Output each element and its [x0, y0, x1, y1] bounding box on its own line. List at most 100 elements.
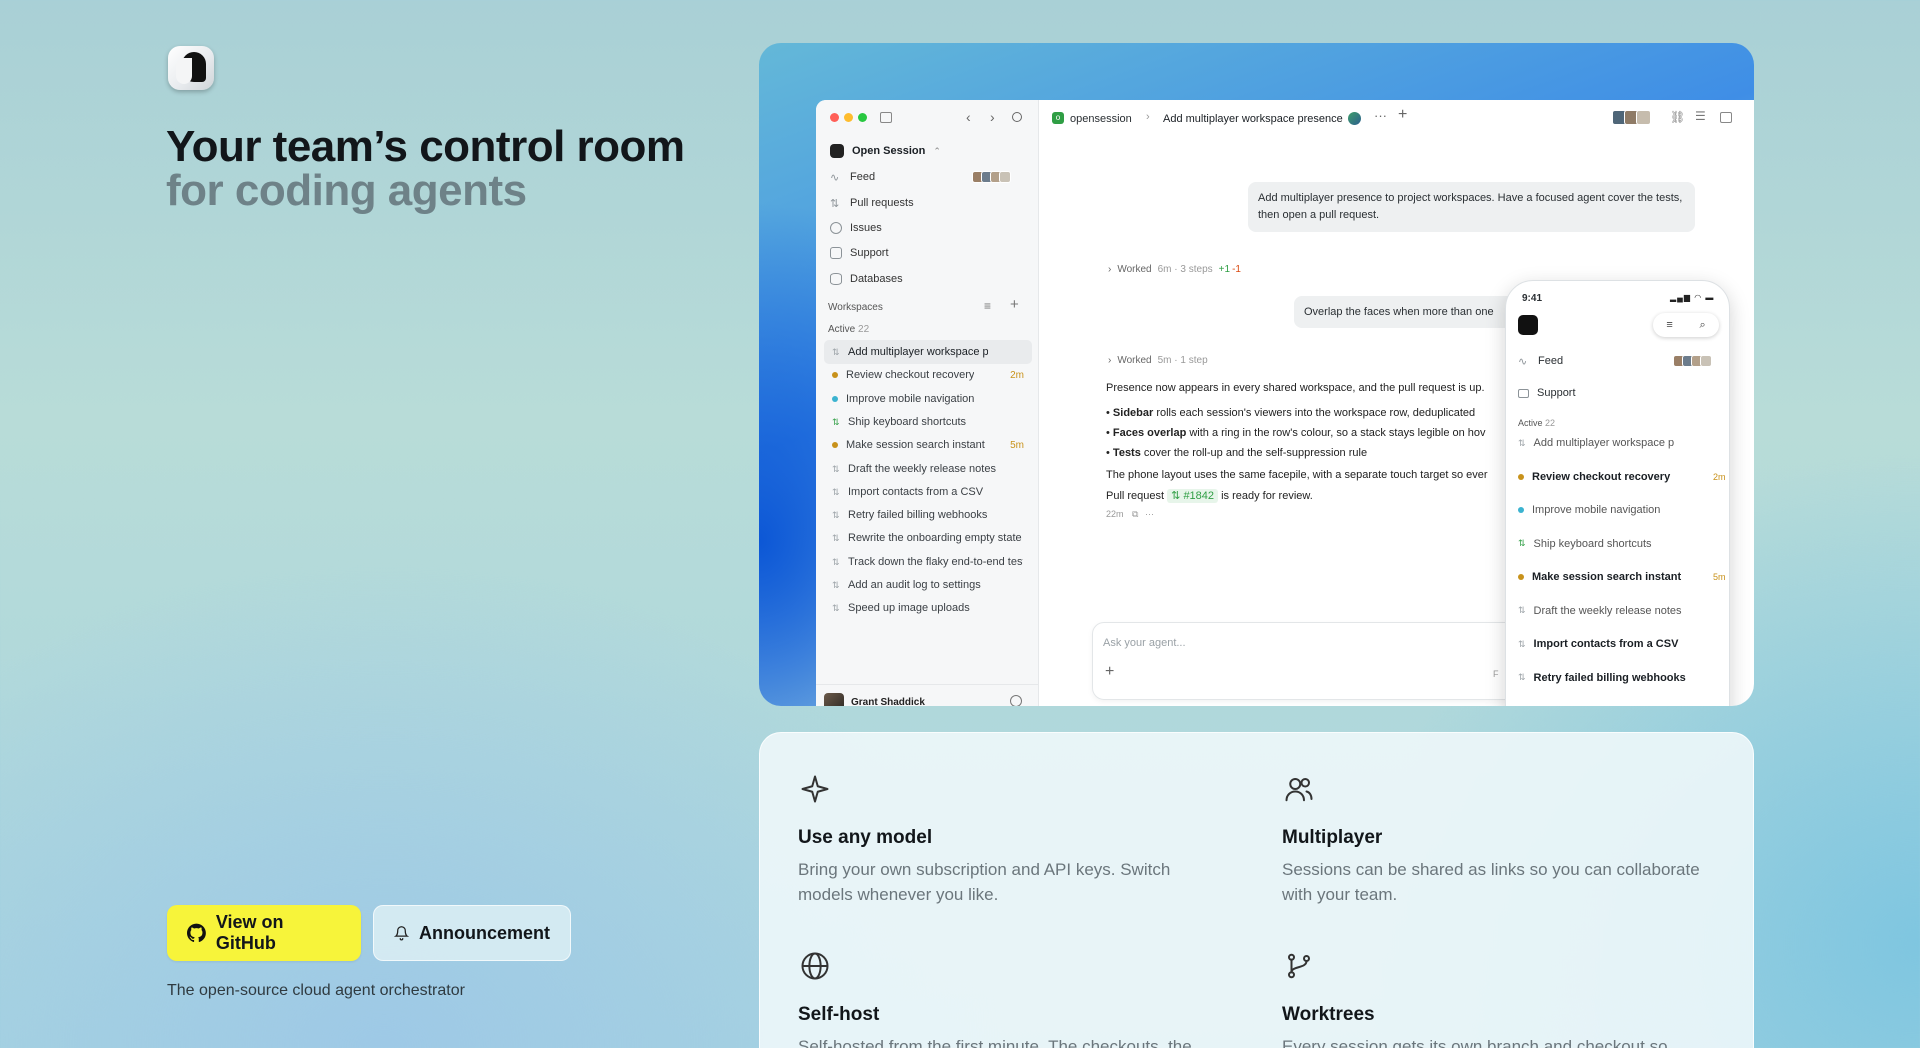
repo-icon: o	[1052, 112, 1064, 124]
workspace-item[interactable]: ⇅ Speed up image uploads	[824, 596, 1032, 620]
workspace-item[interactable]: ⇅ Rewrite the onboarding empty state	[824, 526, 1032, 550]
user-message: Add multiplayer presence to project work…	[1248, 182, 1695, 232]
bullet-item: • Tests cover the roll-up and the self-s…	[1106, 447, 1368, 459]
workspace-item[interactable]: Review checkout recovery 2m	[824, 363, 1032, 387]
workspace-item[interactable]: ⇅ Add an audit log to settings	[824, 573, 1032, 597]
phone-mockup: 9:41 ▂▄▆ ◠ ▬ ≡ ⌕ ∿ Feed Support Active 22 …	[1505, 280, 1730, 706]
pr-prefix: Pull request	[1106, 490, 1165, 502]
pr-number: #1842	[1183, 490, 1215, 502]
avatar	[1636, 110, 1651, 125]
phone-nav-support[interactable]: Support	[1518, 383, 1576, 403]
workspace-item[interactable]: ⇅ Track down the flaky end-to-end test	[824, 550, 1032, 574]
bullet-item: • Sidebar rolls each session's viewers i…	[1106, 407, 1476, 419]
search-icon[interactable]: ⌕	[1699, 319, 1705, 332]
bullet-item: • Faces overlap with a ring in the row's…	[1106, 427, 1486, 439]
list-icon[interactable]: ☰	[1695, 109, 1706, 123]
new-tab-icon[interactable]: +	[1398, 106, 1407, 124]
copy-icon[interactable]: ⧉	[1132, 509, 1138, 519]
phone-workspace-item[interactable]: ⇅ Retry failed billing webhooks	[1518, 668, 1686, 688]
phone-active-label: Active 22	[1518, 418, 1555, 428]
active-count: 22	[858, 324, 870, 335]
agent-reply: Presence now appears in every shared wor…	[1106, 382, 1556, 520]
breadcrumb-repo[interactable]: opensession	[1070, 113, 1132, 125]
search-icon[interactable]	[1012, 112, 1022, 122]
workspace-title: Retry failed billing webhooks	[848, 509, 988, 522]
composer-input[interactable]: Ask your agent...	[1103, 637, 1186, 649]
phone-workspace-item[interactable]: ⇅ Ship keyboard shortcuts	[1518, 534, 1652, 554]
bullet-bold: Faces overlap	[1112, 427, 1187, 439]
attach-icon[interactable]: +	[1105, 663, 1114, 681]
workspace-item[interactable]: ⇅ Add multiplayer workspace presence	[824, 340, 1032, 364]
close-window-dot[interactable]	[830, 113, 839, 122]
workspace-time: 5m	[1010, 439, 1024, 451]
sidebar-item-label: Support	[850, 247, 889, 259]
add-workspace-icon[interactable]: +	[1010, 296, 1019, 313]
chevron-updown-icon: ⌃	[933, 145, 941, 156]
panel-toggle-icon[interactable]	[1720, 112, 1732, 123]
phone-workspace-item[interactable]: Make session search instant 5m	[1518, 567, 1726, 587]
link-icon[interactable]: ⛓	[1670, 110, 1685, 124]
workspace-title: Ship keyboard shortcuts	[848, 415, 967, 428]
hero-subtitle: for coding agents	[166, 166, 527, 215]
view-on-github-button[interactable]: View on GitHub	[167, 905, 361, 961]
worked-summary-1[interactable]: › Worked 6m · 3 steps +1 -1	[1108, 264, 1241, 275]
feature-description: Sessions can be shared as links so you c…	[1282, 860, 1700, 904]
workspace-item[interactable]: Improve mobile navigation	[824, 387, 1032, 411]
phone-workspace-item[interactable]: ⇅ Add multiplayer workspace p	[1518, 433, 1674, 453]
activity-icon: ∿	[1518, 355, 1528, 368]
pull-request-icon: ⇅	[1518, 605, 1526, 615]
phone-workspace-item[interactable]: Improve mobile navigation	[1518, 500, 1660, 520]
workspace-item[interactable]: Make session search instant 5m	[824, 433, 1032, 457]
user-name: Grant Shaddick	[851, 697, 925, 706]
workspace-item[interactable]: ⇅ Draft the weekly release notes	[824, 457, 1032, 481]
phone-workspace-item[interactable]: ⇅ Import contacts from a CSV	[1518, 634, 1678, 654]
product-screenshot: ‹ › Open Session ⌃ ∿ Feed ⇅ Pull requests …	[759, 43, 1754, 706]
back-icon[interactable]: ‹	[966, 109, 971, 125]
workspace-item[interactable]: ⇅ Retry failed billing webhooks	[824, 503, 1032, 527]
maximize-window-dot[interactable]	[858, 113, 867, 122]
pull-request-icon: ⇅	[1518, 538, 1526, 548]
workspace-title: Add an audit log to settings	[848, 579, 981, 591]
filter-icon[interactable]: ≡	[1666, 319, 1672, 331]
sidebar-item-databases[interactable]: Databases	[830, 269, 903, 289]
phone-workspace-item[interactable]: ⇅ Draft the weekly release notes	[1518, 601, 1682, 621]
sidebar-item-pull-requests[interactable]: ⇅ Pull requests	[830, 193, 914, 213]
user-avatar[interactable]	[824, 693, 844, 706]
phone-nav-feed[interactable]: ∿ Feed	[1518, 351, 1563, 371]
status-dot-icon	[832, 442, 838, 449]
mail-icon	[830, 247, 842, 259]
filter-icon[interactable]: ≡	[984, 299, 991, 313]
pull-request-icon: ⇅	[832, 580, 840, 590]
viewers-facepile	[1612, 110, 1651, 125]
workspace-item[interactable]: ⇅ Import contacts from a CSV	[824, 480, 1032, 504]
bullet-bold: Tests	[1112, 447, 1141, 459]
pull-request-icon: ⇅	[1518, 672, 1526, 682]
sparkle-icon	[801, 775, 829, 803]
org-switcher[interactable]: Open Session ⌃	[830, 141, 941, 161]
composer-hint: F	[1493, 669, 1499, 679]
settings-gear-icon[interactable]	[1010, 695, 1022, 706]
forward-icon[interactable]: ›	[990, 109, 995, 125]
workspace-item[interactable]: ⇅ Ship keyboard shortcuts	[824, 410, 1032, 434]
phone-nav-label: Feed	[1538, 355, 1564, 367]
sidebar-item-support[interactable]: Support	[830, 243, 889, 263]
chevron-right-icon: ›	[1108, 355, 1112, 366]
bell-icon	[394, 926, 409, 941]
workspace-title: Improve mobile navigation	[846, 392, 975, 405]
bullet-text: rolls each session's viewers into the wo…	[1153, 407, 1476, 419]
minimize-window-dot[interactable]	[844, 113, 853, 122]
status-dot-icon	[832, 372, 838, 379]
pr-link[interactable]: ⇅ #1842	[1167, 489, 1219, 503]
sidebar-toggle-icon[interactable]	[880, 112, 892, 123]
announcement-button[interactable]: Announcement	[373, 905, 571, 961]
more-options-icon[interactable]: ···	[1374, 108, 1387, 123]
pr-suffix: is ready for review.	[1221, 490, 1313, 502]
phone-workspace-item[interactable]: Review checkout recovery 2m	[1518, 467, 1726, 487]
worked-summary-2[interactable]: › Worked 5m · 1 step	[1108, 355, 1208, 366]
more-icon[interactable]: ···	[1145, 509, 1154, 519]
pull-request-icon: ⇅	[832, 463, 840, 474]
bullet-text: cover the roll-up and the self-suppressi…	[1140, 447, 1368, 459]
breadcrumb-separator-icon: ›	[1146, 111, 1150, 123]
sidebar-item-feed[interactable]: ∿ Feed	[830, 167, 875, 187]
sidebar-item-issues[interactable]: Issues	[830, 218, 882, 238]
